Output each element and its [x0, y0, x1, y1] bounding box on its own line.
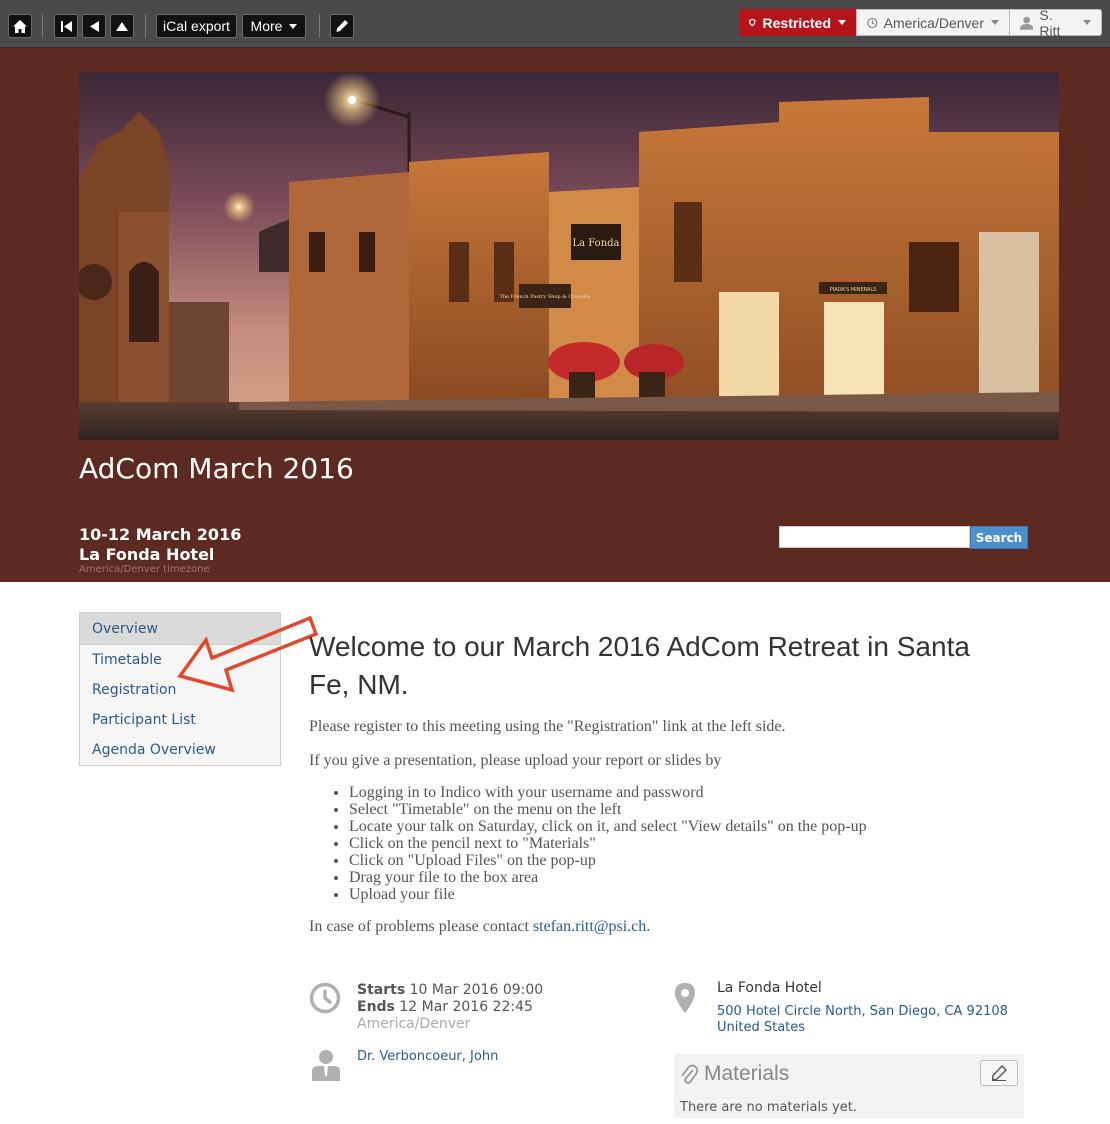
- event-title: AdCom March 2016: [79, 452, 354, 485]
- menu-item-overview[interactable]: Overview: [80, 613, 280, 645]
- search-input[interactable]: [779, 526, 970, 548]
- registration-note: Please register to this meeting using th…: [309, 718, 786, 735]
- contact-email-link[interactable]: stefan.ritt@psi.ch: [533, 918, 646, 935]
- up-category-button[interactable]: [110, 14, 134, 38]
- protection-label: Restricted: [762, 14, 831, 31]
- more-button[interactable]: More: [242, 14, 306, 38]
- contact-suffix: .: [646, 918, 651, 935]
- list-item: Drag your file to the box area: [349, 869, 867, 886]
- first-event-button[interactable]: [54, 14, 78, 38]
- presentation-note: If you give a presentation, please uploa…: [309, 752, 722, 769]
- toolbar-divider: [319, 14, 320, 38]
- top-toolbar: iCal export More Restricted America/Denv…: [0, 0, 1110, 48]
- list-item: Select "Timetable" on the menu on the le…: [349, 801, 867, 818]
- first-icon: [60, 20, 72, 32]
- starts-label: Starts: [357, 982, 406, 998]
- ends-value: 12 Mar 2016 22:45: [399, 999, 533, 1015]
- address-line-2: United States: [717, 1020, 806, 1035]
- minerals-sign: PIADA'S MINERALS: [830, 287, 877, 293]
- clock-icon: [309, 982, 341, 1014]
- home-icon: [13, 19, 27, 33]
- ends-label: Ends: [357, 999, 395, 1015]
- pencil-icon: [991, 1065, 1007, 1081]
- clock-icon: [867, 17, 878, 28]
- session-controls: Restricted America/Denver S. Ritt: [739, 6, 1102, 39]
- list-item: Click on "Upload Files" on the pop-up: [349, 852, 867, 869]
- times-timezone: America/Denver: [357, 1016, 471, 1032]
- chairperson-link[interactable]: Dr. Verboncoeur, John: [357, 1049, 498, 1064]
- chevron-down-icon: [991, 20, 999, 25]
- upload-steps-list: Logging in to Indico with your username …: [349, 784, 867, 903]
- list-item: Logging in to Indico with your username …: [349, 784, 867, 801]
- pastry-shop-sign: The French Pastry Shop & Creperie: [499, 294, 590, 300]
- timezone-button[interactable]: America/Denver: [856, 9, 1010, 36]
- shield-icon: [749, 18, 756, 27]
- event-description: Welcome to our March 2016 AdCom Retreat …: [309, 628, 1049, 935]
- event-timezone-note: America/Denver timezone: [79, 564, 210, 575]
- chairperson-icon: [312, 1050, 340, 1081]
- toolbar-divider: [42, 14, 43, 38]
- chevron-down-icon: [289, 23, 298, 29]
- paperclip-icon: [681, 1064, 698, 1084]
- chevron-down-icon: [838, 20, 846, 25]
- previous-icon: [89, 20, 99, 32]
- menu-item-participant-list[interactable]: Participant List: [80, 705, 280, 735]
- address-line-1: 500 Hotel Circle North, San Diego, CA 92…: [717, 1004, 1008, 1019]
- more-label: More: [250, 18, 283, 34]
- menu-item-timetable[interactable]: Timetable: [80, 645, 280, 675]
- event-times: Starts 10 Mar 2016 09:00 Ends 12 Mar 201…: [357, 982, 543, 1033]
- materials-title: Materials: [704, 1062, 790, 1085]
- protection-button[interactable]: Restricted: [739, 9, 856, 36]
- chevron-down-icon: [1083, 20, 1091, 25]
- edit-materials-button[interactable]: [980, 1060, 1018, 1086]
- menu-item-agenda-overview[interactable]: Agenda Overview: [80, 735, 280, 765]
- materials-box: Materials There are no materials yet.: [674, 1054, 1024, 1118]
- list-item: Click on the pencil next to "Materials": [349, 835, 867, 852]
- event-menu: Overview Timetable Registration Particip…: [79, 612, 281, 766]
- toolbar-divider: [145, 14, 146, 38]
- user-label: S. Ritt: [1039, 6, 1061, 39]
- list-item: Upload your file: [349, 886, 867, 903]
- menu-item-registration[interactable]: Registration: [80, 675, 280, 705]
- user-icon: [1020, 16, 1034, 30]
- no-materials-text: There are no materials yet.: [680, 1100, 857, 1115]
- search-button[interactable]: Search: [970, 526, 1028, 549]
- previous-event-button[interactable]: [82, 14, 106, 38]
- welcome-heading: Welcome to our March 2016 AdCom Retreat …: [309, 631, 970, 700]
- location-address[interactable]: 500 Hotel Circle North, San Diego, CA 92…: [717, 1004, 1008, 1036]
- banner-image: La Fonda The French Pastry Shop & Creper…: [79, 72, 1059, 440]
- event-venue: La Fonda Hotel: [79, 545, 215, 564]
- ical-export-button[interactable]: iCal export: [156, 14, 237, 38]
- contact-prefix: In case of problems please contact: [309, 918, 533, 935]
- event-dates: 10-12 March 2016: [79, 525, 242, 544]
- home-button[interactable]: [8, 14, 32, 38]
- event-header: La Fonda The French Pastry Shop & Creper…: [0, 48, 1110, 582]
- user-menu-button[interactable]: S. Ritt: [1010, 6, 1102, 39]
- up-icon: [116, 21, 128, 31]
- la-fonda-sign: La Fonda: [573, 238, 620, 249]
- timezone-label: America/Denver: [883, 14, 984, 31]
- contact-note: In case of problems please contact stefa…: [309, 918, 650, 936]
- edit-event-button[interactable]: [330, 14, 354, 38]
- location-pin-icon: [675, 983, 695, 1013]
- pencil-icon: [336, 20, 348, 32]
- location-name: La Fonda Hotel: [717, 980, 822, 996]
- starts-value: 10 Mar 2016 09:00: [409, 982, 544, 998]
- list-item: Locate your talk on Saturday, click on i…: [349, 818, 867, 835]
